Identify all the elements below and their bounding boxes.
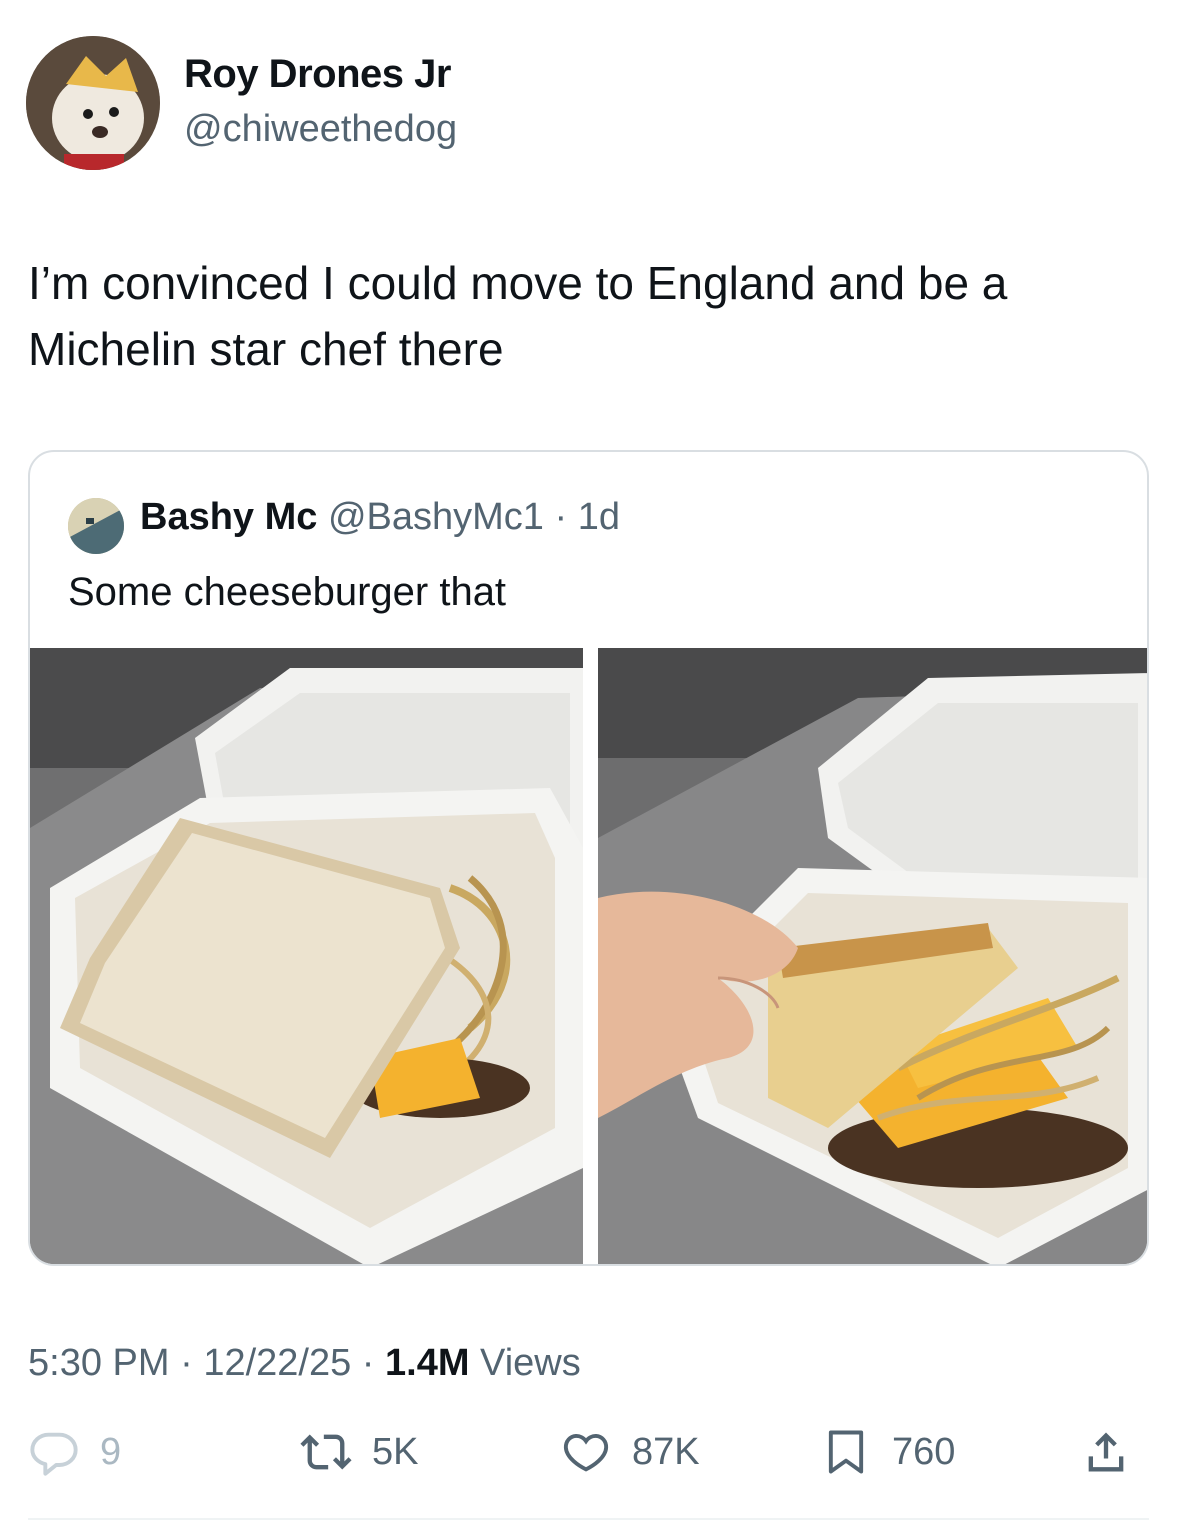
tweet-text: I’m convinced I could move to England an…	[28, 257, 1008, 375]
share-button[interactable]	[1080, 1426, 1132, 1478]
divider	[28, 1518, 1149, 1520]
quoted-header: Bashy Mc @BashyMc1 · 1d	[140, 496, 620, 539]
tweet-date[interactable]: 12/22/25	[203, 1342, 351, 1384]
like-button[interactable]: 87K	[560, 1426, 700, 1478]
like-count: 87K	[632, 1430, 700, 1473]
reply-count: 9	[100, 1430, 122, 1473]
bookmark-icon	[828, 1430, 864, 1474]
bookmark-button[interactable]: 760	[820, 1426, 955, 1478]
tweet-meta: 5:30 PM · 12/22/25 · 1.4M Views	[28, 1342, 581, 1385]
quoted-photo-2[interactable]	[598, 648, 1147, 1264]
author-handle[interactable]: @chiweethedog	[184, 108, 457, 151]
views-label: Views	[469, 1342, 581, 1384]
quoted-photo-1[interactable]	[30, 648, 583, 1264]
tweet-time[interactable]: 5:30 PM	[28, 1342, 170, 1384]
views-count: 1.4M	[385, 1342, 470, 1384]
reply-icon	[30, 1432, 78, 1476]
repost-button[interactable]: 5K	[300, 1426, 418, 1478]
author-avatar[interactable]	[26, 36, 160, 170]
heart-icon	[563, 1434, 609, 1472]
reply-button[interactable]: 9	[28, 1426, 121, 1478]
avatar-image	[26, 36, 160, 170]
share-icon	[1088, 1432, 1124, 1472]
bookmark-count: 760	[892, 1430, 956, 1473]
repost-icon	[300, 1434, 352, 1470]
quoted-text: Some cheeseburger that	[68, 570, 507, 614]
meta-separator: ·	[351, 1342, 386, 1384]
repost-count: 5K	[372, 1430, 419, 1473]
action-bar: 9 5K 87K 760	[0, 1408, 1179, 1508]
author-display-name[interactable]: Roy Drones Jr	[184, 52, 451, 97]
quoted-age[interactable]: 1d	[578, 496, 620, 538]
quoted-author-avatar	[68, 498, 124, 554]
quoted-tweet-card[interactable]: Bashy Mc @BashyMc1 · 1d Some cheeseburge…	[28, 450, 1149, 1266]
quoted-display-name[interactable]: Bashy Mc	[140, 496, 317, 538]
quoted-handle[interactable]: @BashyMc1	[328, 496, 544, 538]
quoted-separator: ·	[543, 496, 578, 538]
meta-separator: ·	[169, 1342, 204, 1384]
